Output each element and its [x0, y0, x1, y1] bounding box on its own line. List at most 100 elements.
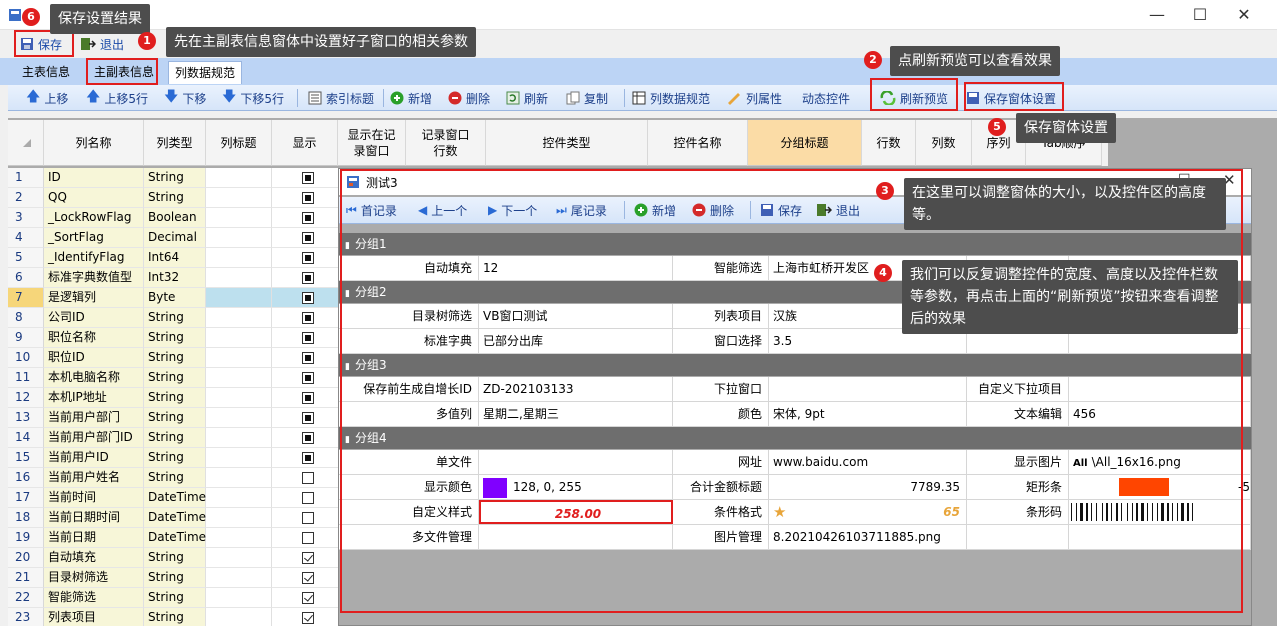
show-checkbox[interactable]	[302, 272, 314, 284]
cell-column-type[interactable]: Byte	[144, 288, 206, 308]
cell-column-name[interactable]: ID	[44, 168, 144, 188]
cell-column-type[interactable]: Int32	[144, 268, 206, 288]
show-checkbox[interactable]	[302, 312, 314, 324]
cell-column-title[interactable]	[206, 328, 272, 348]
cell-column-name[interactable]: 当前时间	[44, 488, 144, 508]
table-row[interactable]: 3 _LockRowFlag Boolean	[8, 208, 338, 228]
cell-column-type[interactable]: String	[144, 548, 206, 568]
table-row[interactable]: 10 职位ID String	[8, 348, 338, 368]
column-data-spec-button[interactable]: 列数据规范	[632, 88, 710, 108]
show-checkbox[interactable]	[302, 492, 314, 504]
table-row[interactable]: 17 当前时间 DateTime	[8, 488, 338, 508]
cell-show[interactable]	[272, 228, 338, 248]
header-column-type[interactable]: 列类型	[144, 120, 206, 166]
delete-button[interactable]: 删除	[448, 88, 490, 108]
cell-column-title[interactable]	[206, 428, 272, 448]
cell-show[interactable]	[272, 468, 338, 488]
cell-column-name[interactable]: _IdentifyFlag	[44, 248, 144, 268]
cell-column-name[interactable]: 当前用户姓名	[44, 468, 144, 488]
cell-column-title[interactable]	[206, 248, 272, 268]
cell-column-title[interactable]	[206, 308, 272, 328]
move-down-5-button[interactable]: 🡇 下移5行	[222, 88, 284, 108]
cell-column-title[interactable]	[206, 548, 272, 568]
grid-corner[interactable]	[8, 120, 44, 166]
table-row[interactable]: 1 ID String	[8, 168, 338, 188]
add-button[interactable]: 新增	[390, 88, 432, 108]
cell-column-type[interactable]: String	[144, 368, 206, 388]
cell-column-title[interactable]	[206, 408, 272, 428]
cell-column-type[interactable]: String	[144, 388, 206, 408]
table-row[interactable]: 2 QQ String	[8, 188, 338, 208]
cell-column-title[interactable]	[206, 588, 272, 608]
table-row[interactable]: 19 当前日期 DateTime	[8, 528, 338, 548]
table-row[interactable]: 5 _IdentifyFlag Int64	[8, 248, 338, 268]
cell-column-type[interactable]: Int64	[144, 248, 206, 268]
table-row[interactable]: 18 当前日期时间 DateTime	[8, 508, 338, 528]
show-checkbox[interactable]	[302, 592, 314, 604]
cell-column-name[interactable]: 目录树筛选	[44, 568, 144, 588]
cell-show[interactable]	[272, 308, 338, 328]
table-row[interactable]: 7 是逻辑列 Byte	[8, 288, 338, 308]
cell-column-title[interactable]	[206, 528, 272, 548]
cell-show[interactable]	[272, 408, 338, 428]
header-show-in-record-window[interactable]: 显示在记录窗口	[338, 120, 406, 166]
table-row[interactable]: 20 自动填充 String	[8, 548, 338, 568]
table-row[interactable]: 9 职位名称 String	[8, 328, 338, 348]
cell-column-title[interactable]	[206, 208, 272, 228]
cell-show[interactable]	[272, 428, 338, 448]
cell-column-name[interactable]: 当前用户部门ID	[44, 428, 144, 448]
cell-column-type[interactable]: String	[144, 448, 206, 468]
header-column-title[interactable]: 列标题	[206, 120, 272, 166]
maximize-icon[interactable]: ☐	[1180, 4, 1220, 26]
tab-column-data-spec[interactable]: 列数据规范	[168, 61, 243, 84]
cell-column-type[interactable]: DateTime	[144, 488, 206, 508]
cell-column-title[interactable]	[206, 508, 272, 528]
cell-show[interactable]	[272, 368, 338, 388]
cell-show[interactable]	[272, 568, 338, 588]
cell-show[interactable]	[272, 548, 338, 568]
show-checkbox[interactable]	[302, 612, 314, 624]
show-checkbox[interactable]	[302, 552, 314, 564]
show-checkbox[interactable]	[302, 332, 314, 344]
header-control-type[interactable]: 控件类型	[486, 120, 648, 166]
minimize-icon[interactable]: —	[1137, 4, 1177, 26]
show-checkbox[interactable]	[302, 472, 314, 484]
cell-column-type[interactable]: String	[144, 308, 206, 328]
move-up-button[interactable]: 🡅 上移	[26, 88, 68, 108]
cell-column-title[interactable]	[206, 348, 272, 368]
cell-show[interactable]	[272, 328, 338, 348]
cell-column-type[interactable]: String	[144, 468, 206, 488]
index-title-button[interactable]: 索引标题	[308, 88, 374, 108]
cell-column-name[interactable]: 标准字典数值型	[44, 268, 144, 288]
cell-column-type[interactable]: String	[144, 608, 206, 626]
cell-column-title[interactable]	[206, 288, 272, 308]
show-checkbox[interactable]	[302, 352, 314, 364]
cell-column-name[interactable]: 当前日期	[44, 528, 144, 548]
show-checkbox[interactable]	[302, 252, 314, 264]
cell-column-name[interactable]: 职位ID	[44, 348, 144, 368]
cell-column-type[interactable]: Boolean	[144, 208, 206, 228]
cell-column-title[interactable]	[206, 448, 272, 468]
cell-show[interactable]	[272, 448, 338, 468]
cell-column-name[interactable]: 当前日期时间	[44, 508, 144, 528]
cell-column-title[interactable]	[206, 228, 272, 248]
cell-column-title[interactable]	[206, 568, 272, 588]
move-down-button[interactable]: 🡇 下移	[164, 88, 206, 108]
refresh-button[interactable]: 刷新	[506, 88, 548, 108]
cell-column-type[interactable]: String	[144, 188, 206, 208]
table-row[interactable]: 12 本机IP地址 String	[8, 388, 338, 408]
column-property-button[interactable]: 列属性	[726, 88, 782, 108]
show-checkbox[interactable]	[302, 532, 314, 544]
cell-column-name[interactable]: 本机电脑名称	[44, 368, 144, 388]
show-checkbox[interactable]	[302, 392, 314, 404]
cell-column-title[interactable]	[206, 188, 272, 208]
cell-column-title[interactable]	[206, 268, 272, 288]
table-row[interactable]: 14 当前用户部门ID String	[8, 428, 338, 448]
show-checkbox[interactable]	[302, 172, 314, 184]
cell-column-name[interactable]: _SortFlag	[44, 228, 144, 248]
header-record-window-rows[interactable]: 记录窗口行数	[406, 120, 486, 166]
cell-column-title[interactable]	[206, 368, 272, 388]
table-row[interactable]: 4 _SortFlag Decimal	[8, 228, 338, 248]
header-column-count[interactable]: 列数	[916, 120, 972, 166]
show-checkbox[interactable]	[302, 292, 314, 304]
